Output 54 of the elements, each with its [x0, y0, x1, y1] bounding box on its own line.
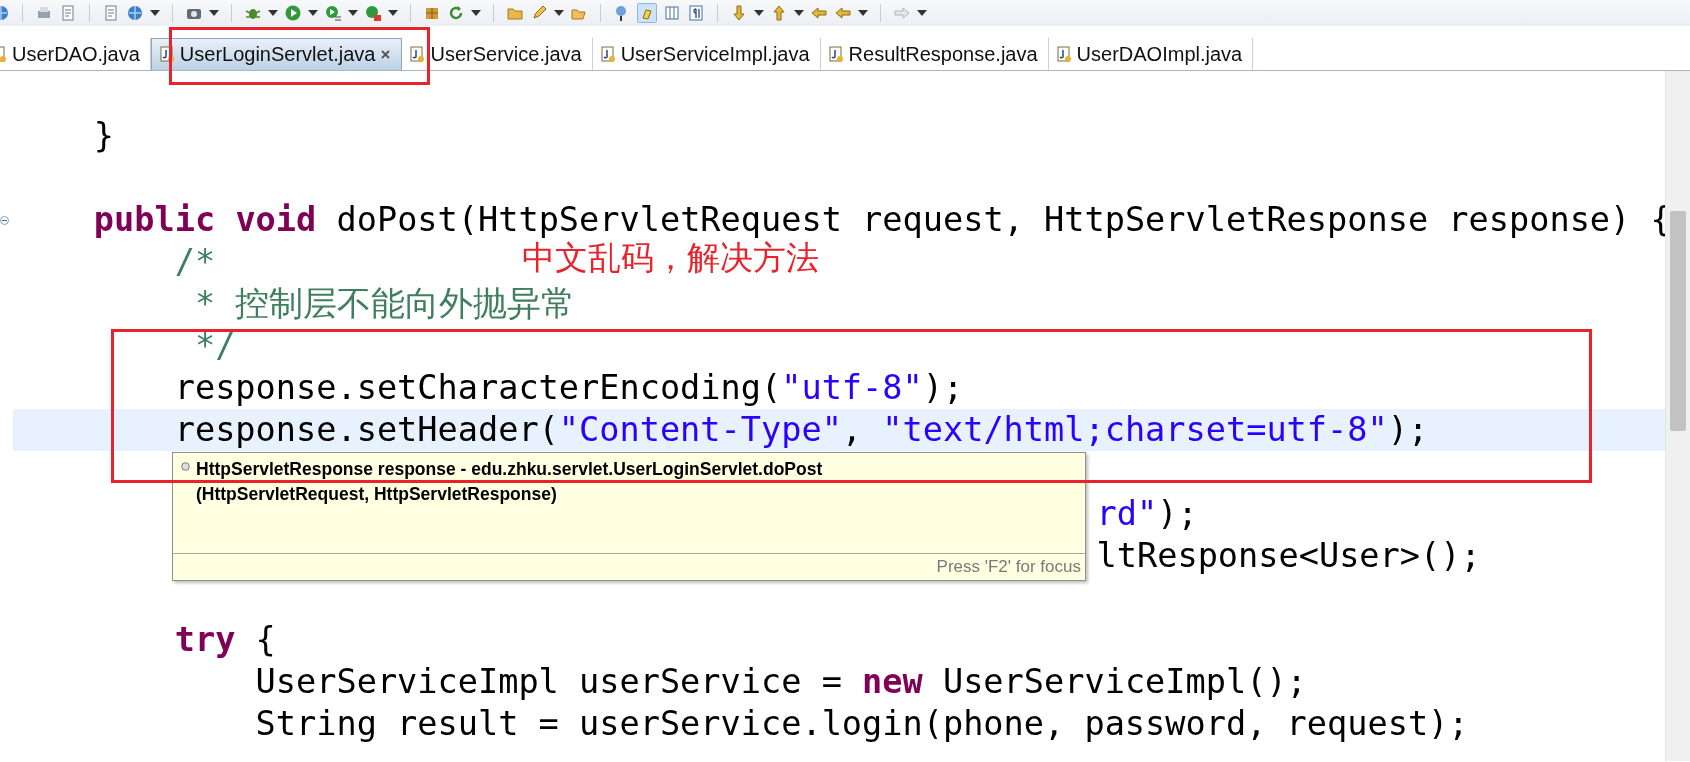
refresh-icon[interactable]: [447, 4, 465, 22]
code-line: String result = userService.login(phone, password, request);: [254, 703, 1469, 745]
globe-icon[interactable]: [126, 4, 144, 22]
code-line: try {: [173, 619, 276, 661]
play-icon[interactable]: [284, 4, 302, 22]
caret-icon[interactable]: [794, 10, 804, 16]
caret-icon[interactable]: [554, 10, 564, 16]
caret-icon[interactable]: [268, 10, 278, 16]
caret-icon[interactable]: [388, 10, 398, 16]
code-line: response.setHeader("Content-Type", "text/html;charset=utf-8");: [173, 409, 1429, 451]
document-icon[interactable]: [102, 4, 120, 22]
code-line: * 控制层不能向外抛异常: [193, 283, 576, 325]
tooltip-text: HttpServletResponse response - edu.zhku.servlet.UserLoginServlet.doPost: [196, 459, 823, 480]
caret-icon[interactable]: [754, 10, 764, 16]
file-tab[interactable]: UserDAO.java: [0, 38, 151, 70]
columns-icon[interactable]: [663, 4, 681, 22]
dot-icon: [181, 462, 190, 471]
left-arrow-icon[interactable]: [834, 4, 852, 22]
annotation-note: 中文乱码，解决方法: [522, 238, 819, 279]
code-line: /*: [173, 241, 216, 283]
paragraph-icon[interactable]: [687, 4, 705, 22]
down-arrow-icon[interactable]: [730, 4, 748, 22]
up-arrow-icon[interactable]: [770, 4, 788, 22]
caret-icon[interactable]: [917, 10, 927, 16]
left-arrow-icon[interactable]: [810, 4, 828, 22]
highlighter-icon[interactable]: [637, 3, 657, 23]
caret-icon[interactable]: [471, 10, 481, 16]
code-line: */: [193, 325, 236, 367]
code-line: rd");: [1096, 493, 1198, 535]
caret-icon[interactable]: [348, 10, 358, 16]
code-line: ltResponse<User>();: [1096, 535, 1481, 577]
java-file-icon: [1056, 45, 1072, 63]
caret-icon[interactable]: [308, 10, 318, 16]
caret-icon[interactable]: [150, 10, 160, 16]
collapse-icon[interactable]: [0, 215, 9, 225]
vertical-scrollbar[interactable]: [1665, 71, 1690, 761]
java-file-icon: [159, 46, 175, 63]
stop-icon[interactable]: [364, 4, 382, 22]
tooltip-hint: Press 'F2' for focus: [936, 557, 1081, 577]
play-list-icon[interactable]: [324, 4, 342, 22]
java-file-icon: [828, 45, 844, 63]
pencil-icon[interactable]: [530, 4, 548, 22]
caret-icon[interactable]: [858, 10, 868, 16]
code-line: }: [92, 115, 115, 157]
java-file-icon: [600, 45, 616, 63]
caret-icon[interactable]: [209, 10, 219, 16]
java-file-icon: [410, 45, 426, 63]
document-icon[interactable]: [59, 4, 77, 22]
code-line: response.setCharacterEncoding("utf-8");: [173, 367, 964, 409]
file-tab[interactable]: UserLoginServlet.java: [150, 38, 403, 70]
close-icon[interactable]: [380, 49, 392, 60]
tooltip-text: (HttpServletRequest, HttpServletResponse): [196, 484, 558, 505]
code-line: UserServiceImpl userService = new UserServiceImpl();: [254, 661, 1307, 703]
scrollbar-thumb[interactable]: [1670, 211, 1686, 431]
